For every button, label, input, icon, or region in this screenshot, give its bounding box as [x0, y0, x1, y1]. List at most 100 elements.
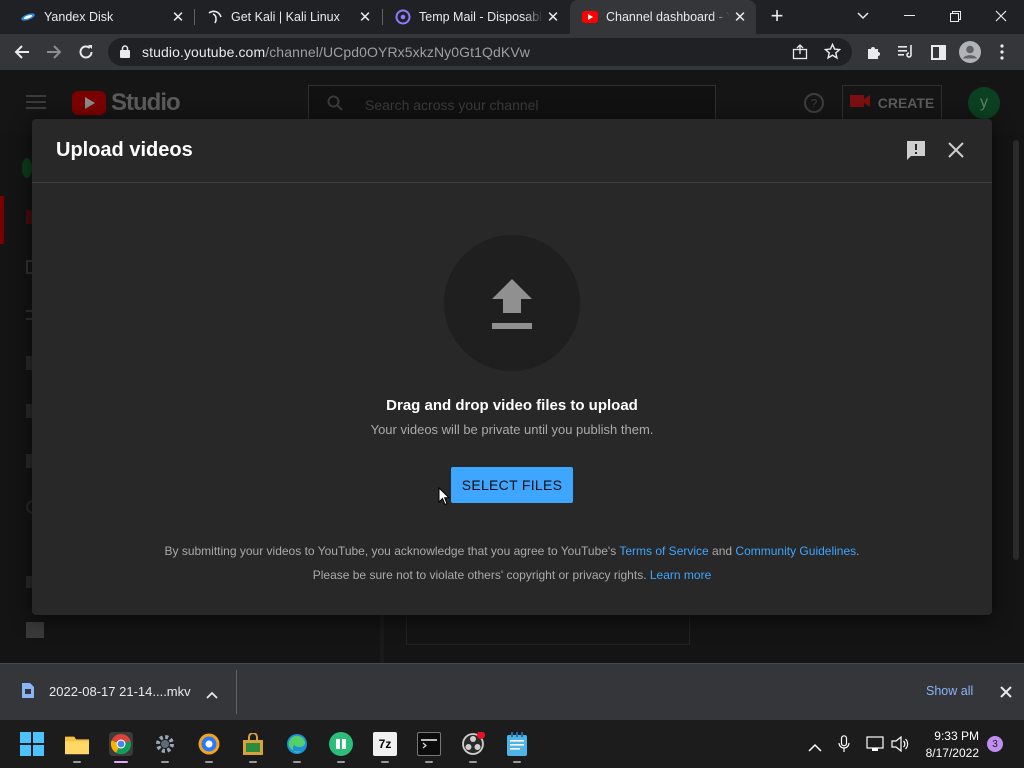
reload-button[interactable] — [74, 40, 98, 64]
network-icon[interactable] — [866, 736, 884, 757]
studio-logo-text: Studio — [111, 89, 181, 116]
profile-avatar-icon[interactable] — [958, 40, 982, 64]
chrome-icon[interactable] — [109, 732, 133, 756]
seven-zip-icon[interactable]: 7z — [373, 732, 397, 756]
tab-kali[interactable]: Get Kali | Kali Linux ✕ — [195, 0, 381, 34]
windows-taskbar: 7z 9:33 PM 8/17/2022 3 — [0, 720, 1024, 768]
terminal-icon[interactable] — [417, 732, 441, 756]
browser-menu-icon[interactable] — [990, 40, 1014, 64]
video-camera-icon — [849, 94, 870, 113]
url-host: studio.youtube.com — [142, 44, 266, 60]
address-bar[interactable]: studio.youtube.com/channel/UCpd0OYRx5xkz… — [108, 38, 852, 66]
download-divider — [236, 670, 237, 714]
select-files-button[interactable]: SELECT FILES — [451, 467, 573, 503]
copyright-notice: Please be sure not to violate others' co… — [32, 568, 992, 582]
download-file-name: 2022-08-17 21-14....mkv — [49, 684, 191, 699]
youtube-icon — [582, 9, 598, 25]
vpn-shield-icon[interactable] — [197, 732, 221, 756]
taskbar-running-indicator — [469, 761, 477, 763]
background-card — [406, 615, 690, 645]
messenger-app-icon[interactable] — [329, 732, 353, 756]
close-download-bar-icon[interactable] — [1000, 685, 1012, 703]
back-button[interactable] — [10, 40, 34, 64]
search-icon — [327, 95, 343, 116]
clock-time[interactable]: 9:33 PM — [923, 729, 979, 743]
media-controls-icon[interactable] — [894, 40, 918, 64]
upload-drop-circle[interactable] — [444, 235, 580, 371]
file-explorer-icon[interactable] — [65, 732, 89, 756]
obs-studio-icon[interactable] — [461, 732, 485, 756]
side-panel-icon[interactable] — [926, 40, 950, 64]
windows-start-icon[interactable] — [20, 732, 44, 756]
kali-icon — [207, 9, 223, 25]
extensions-puzzle-icon[interactable] — [862, 40, 886, 64]
tab-close-icon[interactable]: ✕ — [543, 8, 563, 26]
minimize-button[interactable] — [886, 0, 932, 32]
channel-avatar[interactable]: y — [968, 87, 1000, 119]
terms-of-service-link[interactable]: Terms of Service — [619, 544, 708, 558]
channel-search-box[interactable]: Search across your channel — [308, 85, 716, 121]
terms-and-text: and — [712, 544, 733, 558]
terms-notice: By submitting your videos to YouTube, yo… — [32, 544, 992, 558]
forward-button[interactable] — [42, 40, 66, 64]
page-scrollbar[interactable] — [1013, 140, 1019, 560]
feedback-icon[interactable] — [905, 140, 927, 167]
restore-button[interactable] — [932, 0, 978, 32]
community-guidelines-link[interactable]: Community Guidelines — [735, 544, 856, 558]
tab-close-icon[interactable]: ✕ — [168, 8, 188, 26]
browser-toolbar: studio.youtube.com/channel/UCpd0OYRx5xkz… — [0, 34, 1024, 70]
volume-icon[interactable] — [891, 735, 909, 757]
terms-prefix-text: By submitting your videos to YouTube, yo… — [164, 544, 617, 558]
taskbar-running-indicator — [513, 761, 521, 763]
notepad-icon[interactable] — [505, 732, 529, 756]
browser-tab-strip: Yandex Disk ✕ Get Kali | Kali Linux ✕ Te… — [0, 0, 1024, 34]
yandex-disk-icon — [20, 9, 36, 25]
lock-icon[interactable] — [120, 45, 130, 63]
settings-gear-icon[interactable] — [153, 732, 177, 756]
studio-page: Studio Search across your channel ? CREA… — [0, 70, 1024, 663]
youtube-studio-logo[interactable] — [72, 91, 106, 120]
taskbar-running-indicator — [337, 761, 345, 763]
tab-close-icon[interactable]: ✕ — [355, 8, 375, 26]
video-file-icon — [22, 683, 34, 703]
upload-arrow-icon — [491, 279, 533, 334]
show-all-button[interactable]: Show all — [926, 684, 973, 698]
tab-label: Get Kali | Kali Linux — [231, 10, 340, 24]
taskbar-running-indicator — [73, 761, 81, 763]
upload-videos-dialog: Upload videos Drag and drop video files … — [32, 119, 992, 615]
notification-count-badge[interactable]: 3 — [987, 736, 1003, 752]
active-nav-indicator — [0, 196, 4, 244]
learn-more-link[interactable]: Learn more — [650, 568, 711, 582]
sidebar-avatar — [22, 158, 32, 178]
tab-temp-mail[interactable]: Temp Mail - Disposable ✕ — [383, 0, 569, 34]
search-placeholder: Search across your channel — [365, 97, 539, 113]
drag-drop-title: Drag and drop video files to upload — [386, 397, 638, 414]
microphone-icon[interactable] — [838, 735, 850, 758]
share-icon[interactable] — [792, 44, 808, 65]
taskbar-active-indicator — [114, 761, 128, 763]
tab-search-chevron-icon[interactable] — [840, 0, 886, 32]
tab-label: Temp Mail - Disposable — [419, 10, 543, 24]
download-item[interactable]: 2022-08-17 21-14....mkv — [0, 664, 236, 720]
dialog-close-icon[interactable] — [948, 142, 964, 163]
store-bag-icon[interactable] — [241, 732, 265, 756]
new-tab-button[interactable]: + — [754, 0, 800, 32]
tab-close-icon[interactable]: ✕ — [730, 8, 750, 26]
temp-mail-icon — [395, 9, 411, 25]
tab-label: Yandex Disk — [44, 10, 114, 24]
help-icon[interactable]: ? — [804, 93, 824, 118]
chevron-up-icon[interactable] — [206, 686, 218, 704]
edge-browser-icon[interactable] — [285, 732, 309, 756]
mouse-cursor-icon — [438, 486, 451, 511]
drag-drop-subtitle: Your videos will be private until you pu… — [370, 422, 654, 437]
create-button[interactable]: CREATE — [842, 85, 942, 121]
send-feedback-nav-icon[interactable] — [26, 622, 44, 638]
tray-chevron-up-icon[interactable] — [808, 739, 822, 757]
hamburger-menu-icon[interactable] — [26, 95, 46, 114]
tab-channel-dashboard[interactable]: Channel dashboard - YouTube ✕ — [570, 0, 756, 34]
window-close-button[interactable] — [978, 0, 1024, 32]
clock-date[interactable]: 8/17/2022 — [915, 746, 979, 760]
download-bar: 2022-08-17 21-14....mkv Show all — [0, 663, 1024, 720]
tab-yandex-disk[interactable]: Yandex Disk ✕ — [8, 0, 194, 34]
bookmark-star-icon[interactable] — [823, 42, 842, 65]
